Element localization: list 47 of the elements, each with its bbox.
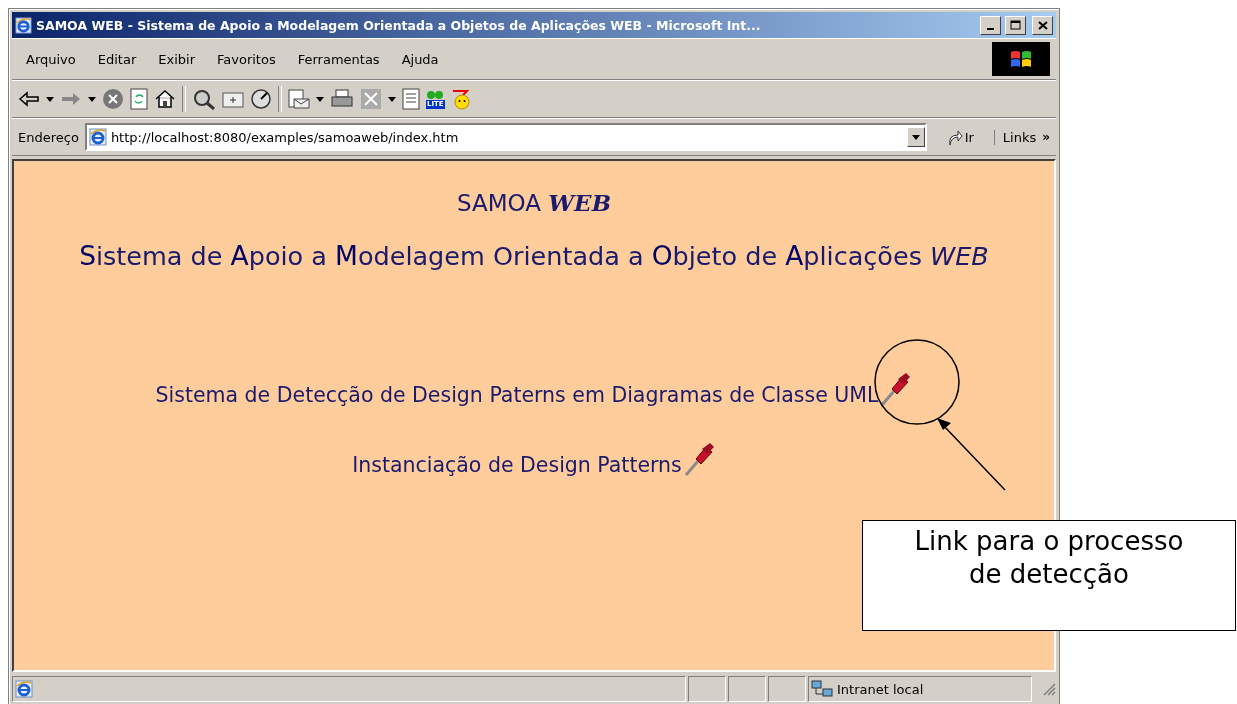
printer-icon[interactable] bbox=[330, 89, 354, 109]
minimize-button[interactable] bbox=[980, 15, 1001, 35]
menu-item[interactable]: Ferramentas bbox=[289, 49, 388, 69]
window-title: SAMOA WEB - Sistema de Apoio a Modelagem Orientada a Objetos de Aplicações WEB - Microsoft Int... bbox=[36, 17, 762, 33]
maximize-icon bbox=[1010, 20, 1021, 30]
mail-icon[interactable] bbox=[288, 89, 310, 109]
search-icon[interactable] bbox=[192, 88, 216, 110]
menu-item[interactable]: Editar bbox=[89, 49, 145, 69]
page-link[interactable]: Instanciação de Design Patterns bbox=[352, 453, 682, 477]
address-label: Endereço bbox=[18, 129, 79, 145]
caret-icon[interactable] bbox=[388, 96, 396, 102]
address-field[interactable]: http://localhost:8080/examples/samoaweb/index.htm bbox=[84, 123, 927, 151]
page-subtitle: Sistema de Apoio a Modelagem Orientada a Objeto de Aplicações WEB bbox=[79, 240, 989, 271]
zone-text: Intranet local bbox=[837, 681, 924, 697]
home-icon[interactable] bbox=[154, 89, 176, 109]
close-button[interactable] bbox=[1032, 15, 1053, 35]
browser-e-icon bbox=[15, 16, 32, 34]
caret-icon bbox=[911, 134, 920, 140]
back-icon[interactable] bbox=[18, 91, 40, 107]
callout-box: Link para o processo de detecção bbox=[862, 520, 1236, 631]
go-arrow-icon bbox=[946, 128, 963, 146]
caret-icon[interactable] bbox=[46, 96, 54, 102]
menu-item[interactable]: Ajuda bbox=[393, 49, 447, 69]
resize-grip-icon[interactable] bbox=[1042, 682, 1056, 696]
page-heading: SAMOA WEB bbox=[456, 189, 612, 216]
network-icon bbox=[811, 680, 833, 698]
go-button[interactable]: Ir bbox=[932, 128, 988, 146]
url-text: http://localhost:8080/examples/samoaweb/index.htm bbox=[110, 129, 459, 145]
dropdown-button[interactable] bbox=[906, 127, 925, 147]
history-icon[interactable] bbox=[250, 88, 272, 110]
caret-icon[interactable] bbox=[316, 96, 324, 102]
document-icon[interactable] bbox=[402, 88, 420, 110]
smiley-icon[interactable] bbox=[450, 88, 473, 110]
minimize-icon bbox=[987, 28, 994, 30]
refresh-icon[interactable] bbox=[130, 88, 148, 110]
links-button[interactable]: Links » bbox=[993, 129, 1050, 145]
caret-icon[interactable] bbox=[88, 96, 96, 102]
menu-item[interactable]: Arquivo bbox=[18, 49, 84, 69]
menu-item[interactable]: Exibir bbox=[150, 49, 203, 69]
stop-icon[interactable] bbox=[102, 88, 124, 110]
menu-item[interactable]: Favoritos bbox=[209, 49, 284, 69]
browser-e-icon bbox=[15, 680, 33, 698]
clover-icon bbox=[426, 89, 445, 100]
close-icon bbox=[1037, 20, 1048, 30]
browser-e-icon bbox=[88, 128, 107, 146]
windows-flag-icon bbox=[992, 42, 1050, 76]
maximize-button[interactable] bbox=[1005, 15, 1026, 35]
